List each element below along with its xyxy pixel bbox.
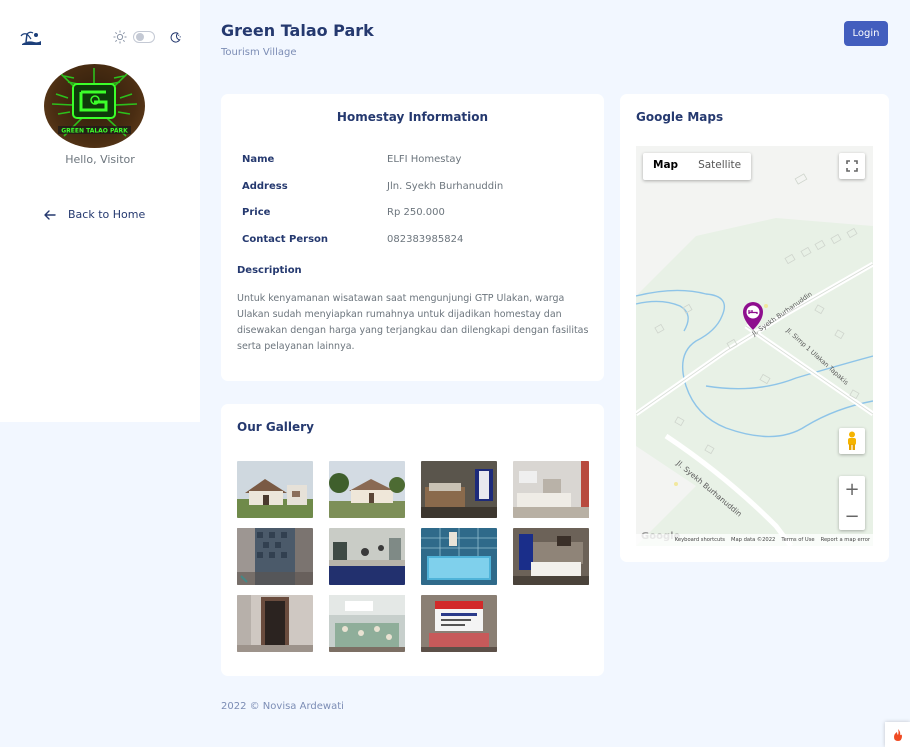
gallery-grid (237, 461, 589, 652)
page-subtitle: Tourism Village (221, 47, 297, 58)
homestay-card-title: Homestay Information (336, 110, 489, 124)
palm-leaf-logo: GREEN TALAO PARK (51, 68, 138, 137)
pegman-icon (848, 431, 856, 450)
back-to-home-link[interactable]: Back to Home (44, 208, 145, 221)
gallery-image-bedroom-2[interactable] (513, 461, 589, 518)
info-key: Contact Person (242, 233, 329, 245)
gallery-image-kitchen[interactable] (329, 528, 405, 585)
homestay-info-card: Homestay Information Name ELFI Homestay … (221, 94, 604, 381)
dark-mode-switch[interactable] (133, 31, 155, 43)
sun-icon (113, 30, 127, 44)
info-value: 082383985824 (387, 233, 464, 245)
flame-icon (893, 728, 902, 741)
fullscreen-button[interactable] (839, 153, 865, 179)
map-tab-satellite[interactable]: Satellite (688, 153, 751, 180)
gallery-image-hallway[interactable] (237, 595, 313, 652)
theme-toggle (113, 30, 182, 44)
greeting-text: Hello, Visitor (65, 153, 135, 166)
gallery-image-dining-table[interactable] (329, 595, 405, 652)
terms-of-use-link[interactable]: Terms of Use (781, 537, 814, 543)
gallery-image-house-front-1[interactable] (237, 461, 313, 518)
description-text: Untuk kenyamanan wisatawan saat mengunju… (237, 293, 589, 352)
homestay-info-table: Name ELFI Homestay Address Jln. Syekh Bu… (242, 146, 582, 253)
google-maps-card: Google Maps Jl. Syekh Burhanuddin Jl. Si… (620, 94, 889, 562)
zoom-out-button[interactable]: − (839, 503, 865, 530)
map-type-tabs: Map Satellite (643, 153, 752, 180)
arrow-left-icon (44, 209, 56, 220)
gallery-image-wall-tiles[interactable] (237, 528, 313, 585)
info-value: Jln. Syekh Burhanuddin (387, 180, 504, 192)
keyboard-shortcuts-link[interactable]: Keyboard shortcuts (675, 537, 725, 543)
zoom-in-button[interactable]: + (839, 476, 865, 503)
gallery-card: Our Gallery (221, 404, 604, 676)
gallery-image-bedroom-1[interactable] (421, 461, 497, 518)
map-attribution-bar: Keyboard shortcuts Map data ©2022 Terms … (636, 534, 873, 546)
street-view-button[interactable] (839, 428, 865, 454)
map-data-text: Map data ©2022 (731, 537, 776, 543)
report-map-error-link[interactable]: Report a map error (821, 537, 870, 543)
map-viewport[interactable]: Jl. Syekh Burhanuddin Jl. Simp 1 Ulakan … (636, 146, 873, 546)
gallery-image-bedroom-3[interactable] (513, 528, 589, 585)
fullscreen-icon (846, 160, 858, 172)
floating-action-button[interactable] (885, 722, 910, 747)
page-title: Green Talao Park (221, 21, 374, 40)
gallery-image-house-front-2[interactable] (329, 461, 405, 518)
zoom-controls: + − (839, 476, 865, 530)
sidebar-top-bar (20, 30, 182, 48)
footer-copyright: 2022 © Novisa Ardewati (221, 701, 344, 712)
info-value: ELFI Homestay (387, 153, 462, 165)
info-value: Rp 250.000 (387, 207, 445, 219)
gallery-image-homestay-banner[interactable] (421, 595, 497, 652)
info-key: Address (242, 180, 288, 192)
gallery-image-bathroom-tiles[interactable] (421, 528, 497, 585)
map-tab-map[interactable]: Map (643, 153, 688, 180)
back-to-home-label: Back to Home (68, 208, 146, 221)
gallery-title: Our Gallery (237, 420, 314, 434)
info-key: Name (242, 153, 275, 165)
village-logo-avatar: GREEN TALAO PARK (44, 64, 145, 148)
info-key: Price (242, 207, 271, 219)
info-row-contact: Contact Person 082383985824 (242, 226, 582, 253)
logo-text: GREEN TALAO PARK (61, 128, 128, 135)
description-label: Description (237, 265, 302, 276)
info-row-price: Price Rp 250.000 (242, 199, 582, 226)
sidebar: GREEN TALAO PARK Hello, Visitor Back to … (0, 0, 200, 422)
map-card-title: Google Maps (636, 110, 724, 124)
info-row-name: Name ELFI Homestay (242, 146, 582, 173)
beach-logo-icon[interactable] (20, 30, 42, 46)
moon-icon (170, 31, 181, 43)
map-canvas: Jl. Syekh Burhanuddin Jl. Simp 1 Ulakan … (636, 146, 873, 546)
login-button[interactable]: Login (844, 21, 888, 46)
info-row-address: Address Jln. Syekh Burhanuddin (242, 173, 582, 200)
